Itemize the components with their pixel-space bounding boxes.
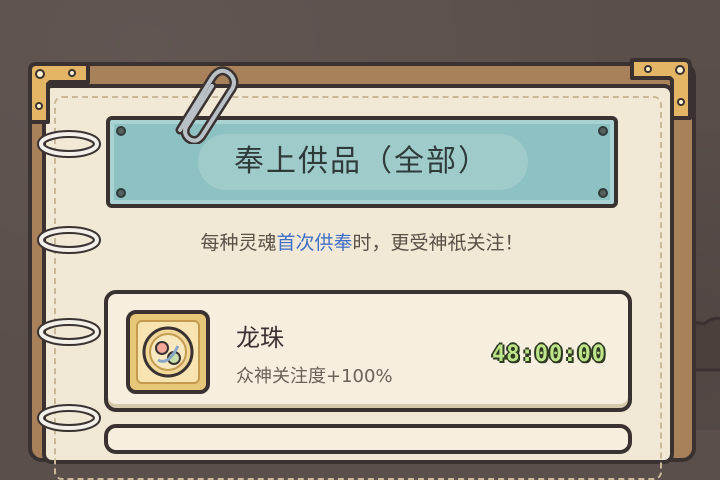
binder-ring [37,404,101,432]
offering-name: 龙珠 [236,324,284,352]
offering-timer: 48:00:00 [492,342,606,367]
binder-ring [37,226,101,254]
binder-ring [37,318,101,346]
nail-icon [598,126,608,136]
dragon-pearl-icon [142,326,194,378]
nail-icon [116,126,126,136]
nail-icon [598,188,608,198]
subtitle-hint: 每种灵魂首次供奉时，更受神祇关注！ [106,228,618,255]
nail-icon [116,188,126,198]
binder-ring [37,130,101,158]
item-slot [126,310,210,394]
subtitle-highlight: 首次供奉 [276,232,353,254]
corner-bracket-top-right [630,58,692,120]
offering-effect: 众神关注度+100% [236,366,393,387]
subtitle-text: 每种灵魂 [200,232,277,254]
paper-clip-icon [175,66,239,144]
corner-bracket-top-left [28,62,90,124]
subtitle-text: 时，更受神祇关注！ [352,232,524,254]
offering-card-next[interactable] [104,424,632,454]
offering-card[interactable]: 龙珠 众神关注度+100% 48:00:00 [104,290,632,412]
